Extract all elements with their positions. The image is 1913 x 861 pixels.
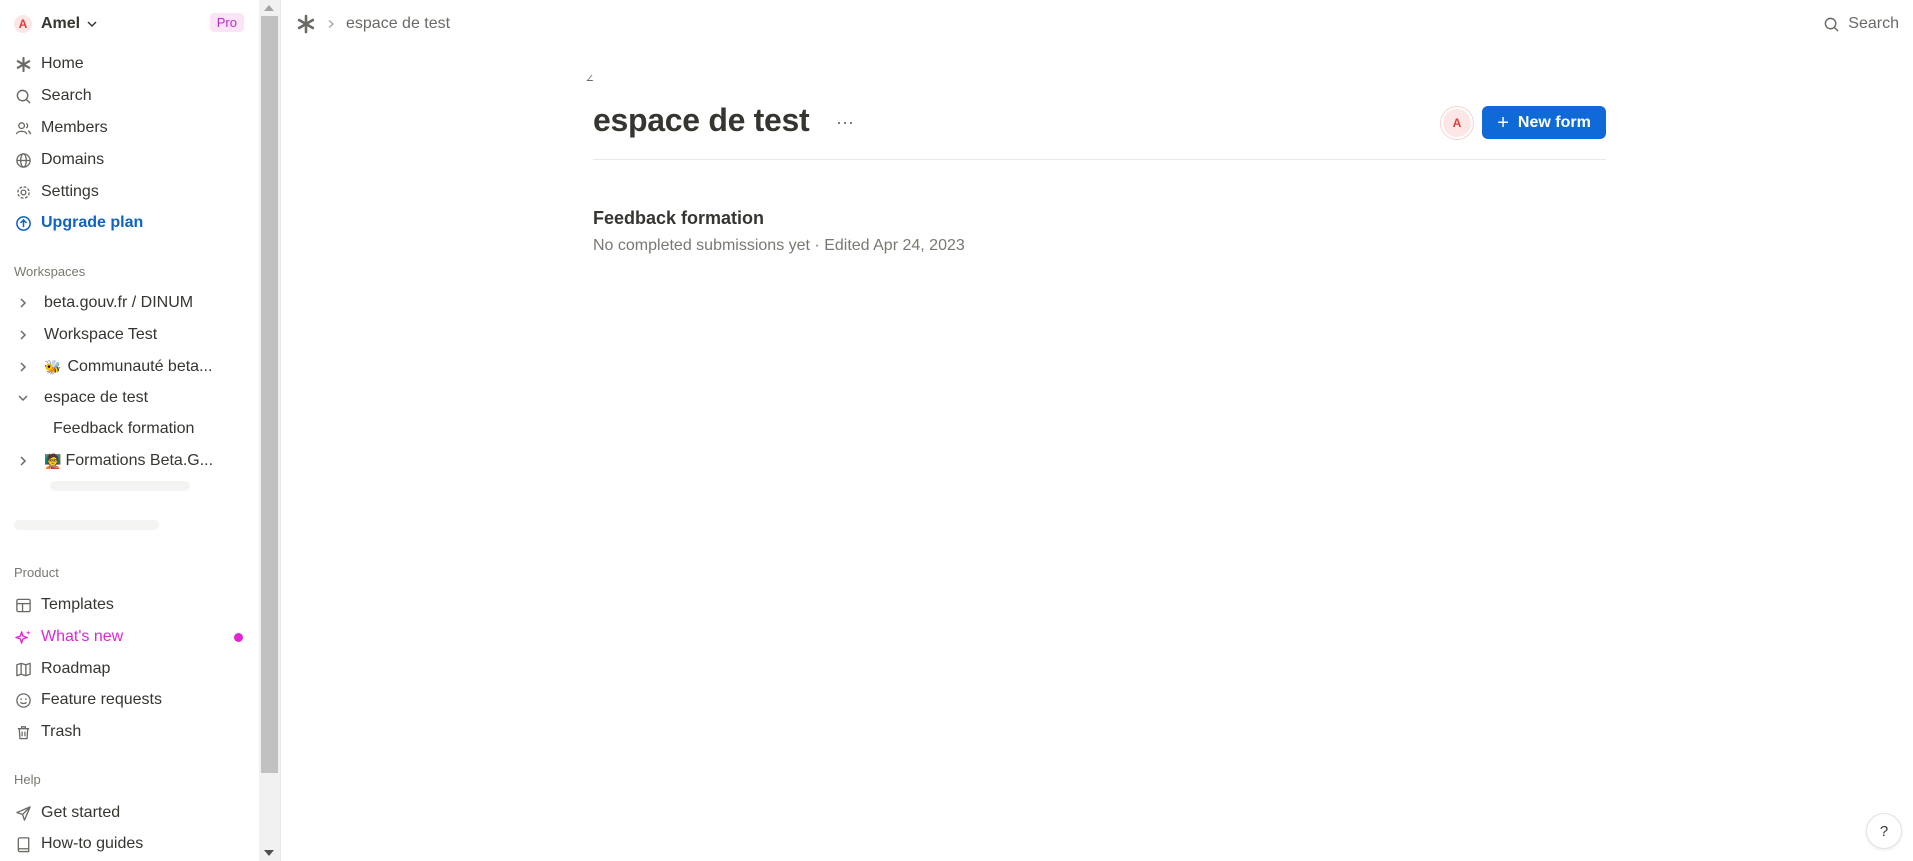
workspace-item-active[interactable]: espace de test [14, 385, 246, 411]
more-options-button[interactable]: ··· [834, 111, 856, 133]
send-icon [14, 804, 32, 822]
nav-whats-new-label: What's new [41, 628, 124, 645]
sidebar: A Amel Pro Home Search Members Domains S… [0, 0, 259, 861]
cursor-mark-icon [586, 75, 598, 81]
chevron-down-icon [86, 18, 98, 30]
nav-upgrade-label: Upgrade plan [41, 214, 144, 231]
member-avatar[interactable]: A [1441, 107, 1473, 139]
sparkles-icon [14, 628, 32, 646]
plan-badge: Pro [209, 13, 244, 32]
template-icon [14, 596, 32, 614]
nav-home-label: Home [41, 55, 84, 72]
user-name: Amel [41, 15, 81, 32]
chevron-right-icon [326, 19, 336, 29]
nav-upgrade-plan[interactable]: Upgrade plan [14, 210, 246, 236]
help-heading: Help [14, 772, 41, 787]
nav-members-label: Members [41, 119, 108, 136]
arrow-up-circle-icon [14, 214, 32, 232]
new-form-button[interactable]: + New form [1482, 106, 1606, 139]
sidebar-divider [280, 0, 281, 861]
workspace-label: Communauté beta... [67, 358, 213, 375]
workspace-label: Formations Beta.G... [65, 452, 214, 469]
new-form-label: New form [1517, 113, 1591, 131]
nav-settings[interactable]: Settings [14, 179, 246, 205]
breadcrumb: espace de test [296, 12, 450, 36]
form-item[interactable]: Feedback formation [53, 416, 259, 442]
nav-members[interactable]: Members [14, 115, 246, 141]
gear-icon [14, 183, 32, 201]
map-icon [14, 660, 32, 678]
chevron-right-icon[interactable] [14, 326, 32, 344]
nav-domains-label: Domains [41, 151, 105, 168]
chevron-right-icon[interactable] [14, 294, 32, 312]
faded-placeholder [14, 520, 159, 530]
workspace-item[interactable]: Workspace Test [14, 322, 246, 348]
chevron-right-icon[interactable] [14, 452, 32, 470]
nav-search[interactable]: Search [14, 83, 246, 109]
plus-icon: + [1497, 111, 1509, 134]
nav-search-label: Search [41, 87, 92, 104]
page-title: espace de test [593, 102, 810, 138]
sidebar-scrollbar[interactable] [259, 0, 280, 861]
tally-logo-icon[interactable] [296, 14, 316, 34]
nav-trash[interactable]: Trash [14, 719, 246, 745]
nav-feature-requests[interactable]: Feature requests [14, 687, 246, 713]
chevron-down-icon[interactable] [14, 389, 32, 407]
nav-domains[interactable]: Domains [14, 147, 246, 173]
book-icon [14, 835, 32, 853]
user-avatar: A [14, 15, 32, 33]
nav-roadmap[interactable]: Roadmap [14, 656, 246, 682]
nav-templates-label: Templates [41, 596, 114, 613]
workspaces-heading: Workspaces [14, 264, 86, 279]
form-list-item-title[interactable]: Feedback formation [593, 208, 764, 229]
header-divider [593, 159, 1606, 160]
nav-roadmap-label: Roadmap [41, 660, 111, 677]
nav-whats-new[interactable]: What's new [14, 624, 246, 650]
nav-get-started[interactable]: Get started [14, 800, 246, 826]
bee-icon: 🐝 [44, 358, 62, 375]
workspace-item[interactable]: beta.gouv.fr / DINUM [14, 290, 246, 316]
workspace-label: Workspace Test [44, 326, 158, 343]
search-icon [14, 87, 32, 105]
help-button[interactable]: ? [1866, 813, 1902, 849]
nav-how-to-guides[interactable]: How-to guides [14, 831, 246, 857]
scrollbar-thumb[interactable] [261, 16, 278, 773]
nav-get-started-label: Get started [41, 804, 121, 821]
workspace-item[interactable]: 🧑‍🏫 Formations Beta.G... [14, 448, 246, 474]
trash-icon [14, 723, 32, 741]
scroll-up-arrow-icon[interactable] [264, 5, 274, 11]
teacher-icon: 🧑‍🏫 [44, 452, 62, 469]
nav-home[interactable]: Home [14, 51, 246, 77]
workspace-label: espace de test [44, 389, 149, 406]
asterisk-icon [14, 55, 32, 73]
workspace-label: beta.gouv.fr / DINUM [44, 294, 194, 311]
unread-dot [234, 633, 243, 642]
breadcrumb-current[interactable]: espace de test [346, 15, 450, 33]
nav-trash-label: Trash [41, 723, 82, 740]
form-list-item-meta: No completed submissions yet · Edited Ap… [593, 237, 965, 254]
workspace-switcher[interactable]: A Amel Pro [14, 12, 244, 36]
faded-placeholder [50, 481, 190, 491]
product-heading: Product [14, 565, 59, 580]
smile-icon [14, 691, 32, 709]
nav-settings-label: Settings [41, 183, 99, 200]
top-search-label: Search [1848, 15, 1899, 32]
globe-icon [14, 151, 32, 169]
nav-feature-requests-label: Feature requests [41, 691, 162, 708]
top-search-button[interactable]: Search [1823, 12, 1899, 36]
nav-how-to-guides-label: How-to guides [41, 835, 144, 852]
scroll-down-arrow-icon[interactable] [264, 850, 274, 856]
search-icon [1824, 17, 1839, 32]
form-label: Feedback formation [53, 420, 195, 437]
users-icon [14, 119, 32, 137]
chevron-right-icon[interactable] [14, 358, 32, 376]
workspace-item[interactable]: 🐝 Communauté beta... [14, 354, 246, 380]
nav-templates[interactable]: Templates [14, 592, 246, 618]
